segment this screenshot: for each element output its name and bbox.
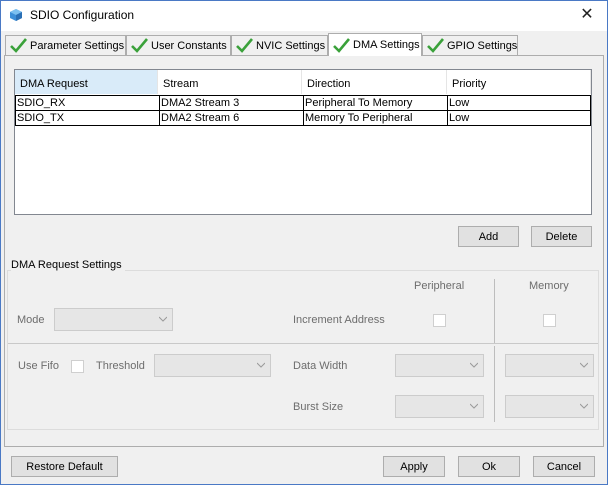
data-width-label: Data Width (293, 360, 348, 372)
divider (8, 343, 598, 344)
divider (494, 346, 495, 422)
table-cell: Peripheral To Memory (304, 96, 448, 110)
peripheral-label: Peripheral (414, 280, 465, 292)
table-cell: DMA2 Stream 3 (160, 96, 304, 110)
tab-user-constants[interactable]: User Constants (126, 35, 231, 55)
burst-size-label: Burst Size (293, 401, 344, 413)
table-cell: DMA2 Stream 6 (160, 111, 304, 125)
column-header-stream[interactable]: Stream (158, 70, 302, 94)
tab-parameter-settings[interactable]: Parameter Settings (5, 35, 126, 55)
mode-label: Mode (17, 314, 45, 326)
check-icon (236, 38, 253, 53)
threshold-label: Threshold (96, 360, 145, 372)
table-row[interactable]: SDIO_RX DMA2 Stream 3 Peripheral To Memo… (15, 95, 591, 111)
column-header-dma-request[interactable]: DMA Request (15, 70, 158, 94)
threshold-select[interactable] (154, 354, 271, 377)
tab-label: GPIO Settings (447, 39, 518, 52)
cancel-button[interactable]: Cancel (533, 456, 595, 477)
tab-label: NVIC Settings (256, 39, 326, 52)
chevron-down-icon (159, 316, 167, 322)
tab-gpio-settings[interactable]: GPIO Settings (422, 35, 518, 55)
tab-label: Parameter Settings (30, 39, 125, 52)
restore-default-button[interactable]: Restore Default (11, 456, 118, 477)
close-button[interactable]: ✕ (572, 4, 602, 26)
chevron-down-icon (580, 362, 588, 368)
peripheral-increment-checkbox[interactable] (433, 314, 446, 327)
use-fifo-label: Use Fifo (18, 360, 59, 372)
table-cell: SDIO_RX (16, 96, 160, 110)
check-icon (10, 38, 27, 53)
dma-request-table[interactable]: DMA Request Stream Direction Priority SD… (14, 69, 592, 215)
chevron-down-icon (470, 403, 478, 409)
divider (494, 279, 495, 343)
memory-burst-size-select[interactable] (505, 395, 594, 418)
mode-select[interactable] (54, 308, 173, 331)
memory-data-width-select[interactable] (505, 354, 594, 377)
use-fifo-checkbox[interactable] (71, 360, 84, 373)
ok-button[interactable]: Ok (458, 456, 520, 477)
memory-increment-checkbox[interactable] (543, 314, 556, 327)
table-cell: SDIO_TX (16, 111, 160, 125)
column-header-priority[interactable]: Priority (447, 70, 591, 94)
chevron-down-icon (470, 362, 478, 368)
table-cell: Memory To Peripheral (304, 111, 448, 125)
tab-nvic-settings[interactable]: NVIC Settings (231, 35, 328, 55)
delete-button[interactable]: Delete (531, 226, 592, 247)
tab-label: User Constants (151, 39, 227, 52)
chevron-down-icon (580, 403, 588, 409)
check-icon (333, 37, 350, 53)
window-title: SDIO Configuration (30, 8, 135, 22)
increment-address-label: Increment Address (293, 314, 385, 326)
tab-label: DMA Settings (353, 39, 420, 51)
check-icon (131, 38, 148, 53)
column-header-direction[interactable]: Direction (302, 70, 447, 94)
peripheral-burst-size-select[interactable] (395, 395, 484, 418)
cube-icon (10, 9, 22, 21)
table-cell: Low (449, 97, 470, 109)
group-title: DMA Request Settings (11, 259, 125, 271)
table-cell: Low (449, 112, 470, 124)
peripheral-data-width-select[interactable] (395, 354, 484, 377)
add-button[interactable]: Add (458, 226, 519, 247)
memory-label: Memory (529, 280, 569, 292)
check-icon (427, 38, 444, 53)
table-row[interactable]: SDIO_TX DMA2 Stream 6 Memory To Peripher… (15, 110, 591, 126)
chevron-down-icon (257, 362, 265, 368)
tab-dma-settings[interactable]: DMA Settings (328, 33, 422, 56)
apply-button[interactable]: Apply (383, 456, 445, 477)
